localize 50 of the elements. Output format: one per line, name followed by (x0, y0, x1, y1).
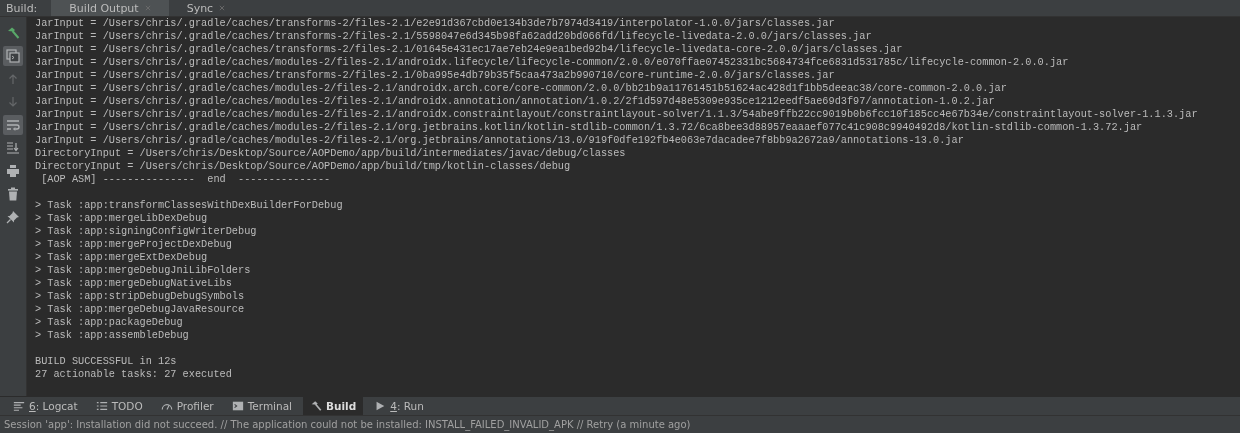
console-line: > Task :app:transformClassesWithDexBuilderForDebug (35, 199, 344, 212)
console-line: > Task :app:mergeExtDexDebug (35, 251, 209, 264)
printer-icon (6, 164, 20, 178)
status-message: Session 'app': Installation did not succeed. // The application could not be installed: INSTALL_FAILED_INVALID_APK // Retry (a minute ago) (4, 419, 691, 430)
console-line: > Task :app:mergeProjectDexDebug (35, 238, 233, 251)
panel-label: Build: (5, 1, 39, 16)
tool-window-button[interactable]: 6: Logcat (6, 397, 85, 415)
toolbar-button[interactable] (3, 46, 23, 66)
console-line: JarInput = /Users/chris/.gradle/caches/transforms-2/files-2.1/e2e91d367cbd0e134b3de7b7974d3419/interpolator-1.0.0/jars/classes.jar (35, 17, 836, 30)
console-line: JarInput = /Users/chris/.gradle/caches/modules-2/files-2.1/androidx.annotation/annotation/1.0.2/2f1d597d48e5309e935ce1212eedf5ae69d3f97/annotation-1.0.2.jar (35, 95, 996, 108)
console-line: 27 actionable tasks: 27 executed (35, 368, 233, 381)
console-line: JarInput = /Users/chris/.gradle/caches/transforms-2/files-2.1/0ba995e4db79b35f5caa473a2b990710/core-runtime-2.0.0/jars/classes.jar (35, 69, 836, 82)
hammer-icon (310, 400, 323, 412)
console-line: [AOP ASM] --------------- end --------------- (40, 173, 332, 186)
trash-icon (6, 187, 20, 201)
terminal-icon (231, 400, 244, 412)
console-line: > Task :app:assembleDebug (35, 329, 190, 342)
tool-window-button[interactable]: 4: Run (367, 397, 431, 415)
down-arrow-icon (6, 95, 20, 109)
console-line: > Task :app:packageDebug (35, 316, 184, 329)
console-line: JarInput = /Users/chris/.gradle/caches/modules-2/files-2.1/androidx.constraintlayout/constraintlayout-solver/1.1.3/54abe9ffb22cc9019b0b6fcc10f185cc4e67b34e/constraintlayout-solver-1.1.3.jar (35, 108, 1199, 121)
tool-window-button[interactable]: Profiler (153, 397, 221, 415)
console-line: DirectoryInput = /Users/chris/Desktop/Source/AOPDemo/app/build/intermediates/javac/debug/classes (35, 147, 627, 160)
console-line: JarInput = /Users/chris/.gradle/caches/modules-2/files-2.1/androidx.arch.core/core-common/2.0.0/bb21b9a11761451b51624ac428d1f1bb5deeac38/core-common-2.0.0.jar (35, 82, 1008, 95)
toolbar-button[interactable] (3, 115, 23, 135)
console-line: > Task :app:mergeDebugJniLibFolders (35, 264, 252, 277)
tab[interactable]: Build Output (51, 0, 169, 16)
console-line: > Task :app:mergeDebugJavaResource (35, 303, 246, 316)
scroll-to-end-icon (6, 141, 20, 155)
list-icon (95, 400, 108, 412)
console-line: > Task :app:stripDebugDebugSymbols (35, 290, 246, 303)
console-icon (6, 49, 20, 63)
tool-window-button[interactable]: Build (303, 397, 364, 415)
console-line: JarInput = /Users/chris/.gradle/caches/modules-2/files-2.1/androidx.lifecycle/lifecycle-common/2.0.0/e070ffae07452331bc5684734fce6831d531785c/lifecycle-common-2.0.0.jar (35, 56, 1070, 69)
tab[interactable]: Sync (168, 0, 244, 16)
tool-window-button[interactable]: TODO (88, 397, 150, 415)
console-line: DirectoryInput = /Users/chris/Desktop/Source/AOPDemo/app/build/tmp/kotlin-classes/debug (35, 160, 572, 173)
console-line: > Task :app:mergeLibDexDebug (35, 212, 209, 225)
console-line: JarInput = /Users/chris/.gradle/caches/transforms-2/files-2.1/5598047e6d345b98fa62add20bd066fd/lifecycle-livedata-2.0.0/jars/classes.jar (35, 30, 873, 43)
console-line: > Task :app:mergeDebugNativeLibs (35, 277, 233, 290)
tool-window-button[interactable]: Terminal (224, 397, 300, 415)
list-icon (13, 400, 25, 412)
console-line: JarInput = /Users/chris/.gradle/caches/transforms-2/files-2.1/01645e431ec17ae7eb24e9ea1bed92b4/lifecycle-livedata-core-2.0.0/jars/classes.jar (35, 43, 904, 56)
console-line: > Task :app:signingConfigWriterDebug (35, 225, 258, 238)
console-line: JarInput = /Users/chris/.gradle/caches/modules-2/files-2.1/org.jetbrains/annotations/13.0/919f0dfe192fb4e063e7dacadee7f8bb9a2672a9/annotations-13.0.jar (35, 134, 965, 147)
hammer-icon (6, 26, 20, 40)
console-line: BUILD SUCCESSFUL in 12s (35, 355, 178, 368)
pin-icon (6, 210, 20, 224)
soft-wrap-icon (6, 118, 20, 132)
console-line: JarInput = /Users/chris/.gradle/caches/modules-2/files-2.1/org.jetbrains.kotlin/kotlin-stdlib-common/1.3.72/6ca8bee3d88957eaaaef077c41c908c9940492d8/kotlin-stdlib-common-1.3.72.jar (35, 121, 1144, 134)
